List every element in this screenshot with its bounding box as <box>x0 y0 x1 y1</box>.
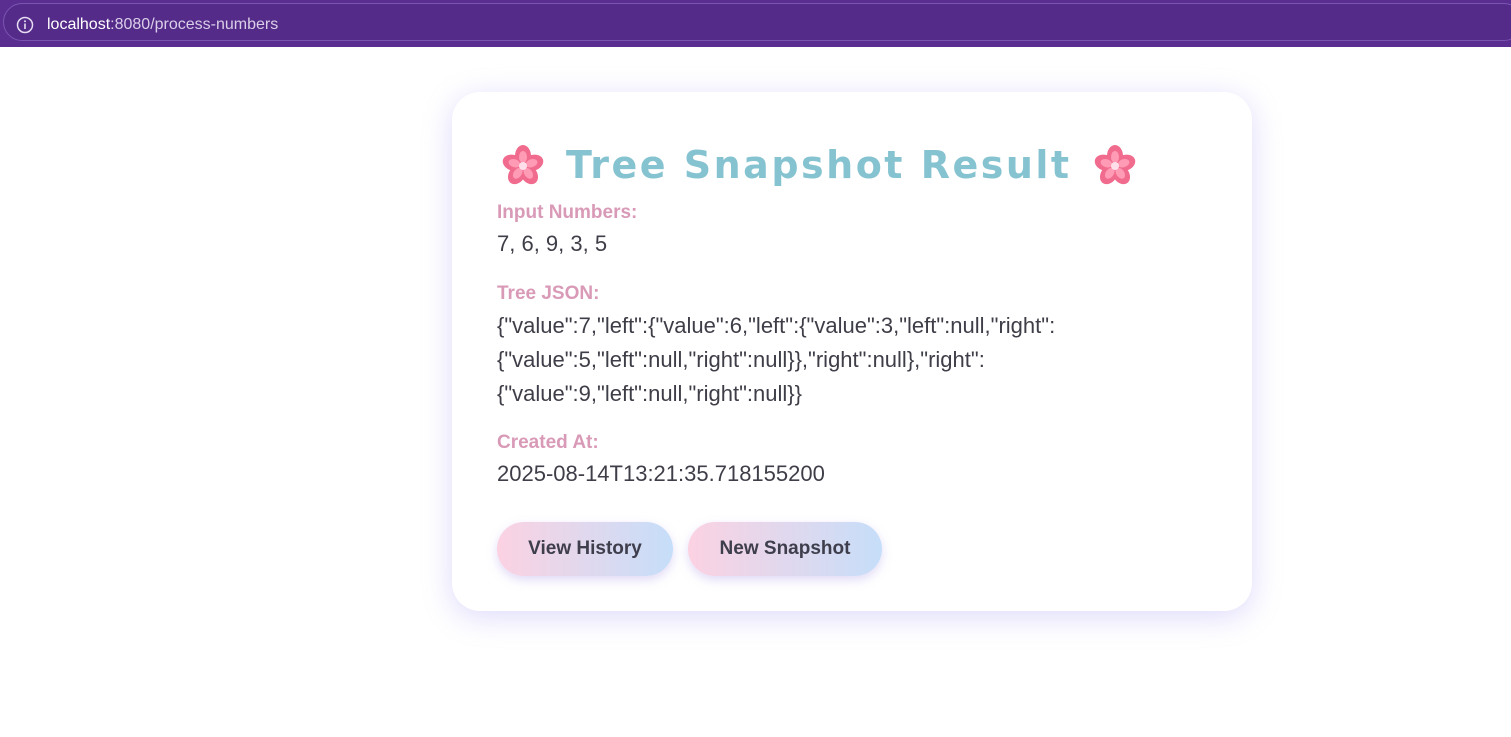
input-numbers-label: Input Numbers: <box>497 202 638 223</box>
cherry-blossom-icon <box>1094 145 1135 185</box>
cherry-blossom-icon <box>502 145 544 185</box>
title-row: Tree Snapshot Result <box>500 140 1138 190</box>
created-at-value: 2025-08-14T13:21:35.718155200 <box>497 461 825 486</box>
tree-json-line: {"value":5,"left":null,"right":null}},"r… <box>497 347 985 372</box>
browser-toolbar: localhost:8080/process-numbers <box>0 0 1511 47</box>
url-host: localhost <box>47 16 111 33</box>
url-text[interactable]: localhost:8080/process-numbers <box>47 15 278 35</box>
page-title: Tree Snapshot Result <box>566 143 1072 187</box>
view-history-button[interactable]: View History <box>497 522 673 576</box>
tree-json-line: {"value":9,"left":null,"right":null}} <box>497 381 802 406</box>
tree-json-value: {"value":7,"left":{"value":6,"left":{"va… <box>497 309 1097 411</box>
new-snapshot-button[interactable]: New Snapshot <box>688 522 882 576</box>
created-at-label: Created At: <box>497 432 599 453</box>
tree-json-line: {"value":7,"left":{"value":6,"left":{"va… <box>497 313 1056 338</box>
input-numbers-value: 7, 6, 9, 3, 5 <box>497 231 608 256</box>
info-icon[interactable] <box>16 16 34 34</box>
url-path: :8080/process-numbers <box>110 16 279 33</box>
result-card: Tree Snapshot Result Input Numbers: 7, 6… <box>452 92 1252 611</box>
address-bar[interactable]: localhost:8080/process-numbers <box>3 3 1511 41</box>
tree-json-label: Tree JSON: <box>497 283 600 304</box>
